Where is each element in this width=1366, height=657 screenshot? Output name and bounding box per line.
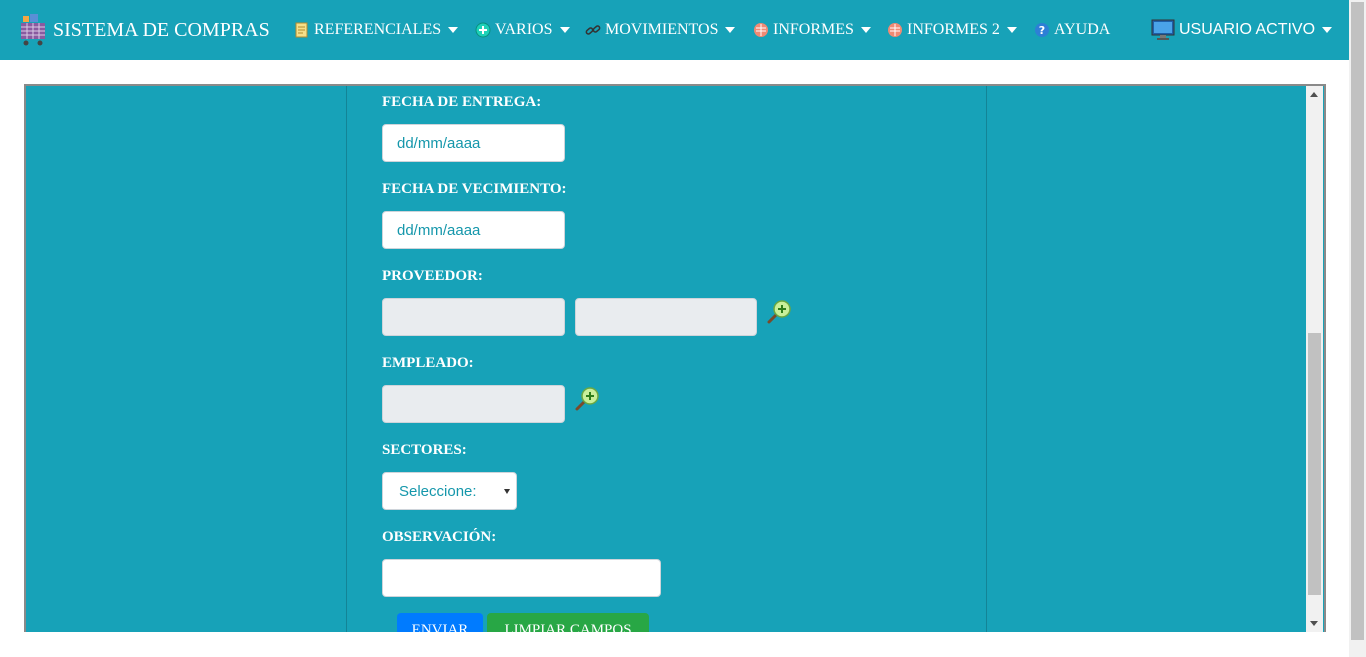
plus-circle-icon bbox=[475, 22, 491, 38]
nav-informes[interactable]: INFORMES bbox=[753, 18, 871, 42]
observacion-label: OBSERVACIÓN: bbox=[382, 529, 497, 545]
svg-text:?: ? bbox=[1039, 24, 1045, 37]
nav-informes-2-label: INFORMES 2 bbox=[907, 21, 1000, 38]
nav-movimientos-label: MOVIMIENTOS bbox=[605, 21, 719, 38]
nav-informes-label: INFORMES bbox=[773, 21, 854, 38]
observacion-input[interactable] bbox=[382, 559, 661, 597]
help-icon: ? bbox=[1034, 22, 1050, 38]
report-icon bbox=[887, 22, 903, 38]
nav-ayuda[interactable]: ? AYUDA bbox=[1034, 18, 1110, 42]
search-add-icon[interactable] bbox=[574, 386, 600, 412]
proveedor-label: PROVEEDOR: bbox=[382, 268, 483, 284]
nav-ayuda-label: AYUDA bbox=[1054, 21, 1111, 38]
nav-referenciales-label: REFERENCIALES bbox=[314, 21, 442, 38]
fecha-vencimiento-input[interactable]: dd/mm/aaaa bbox=[382, 211, 565, 249]
scroll-down-arrow-icon[interactable] bbox=[1310, 621, 1318, 626]
chevron-down-icon bbox=[504, 489, 510, 494]
chevron-down-icon bbox=[448, 27, 459, 33]
nav-varios[interactable]: VARIOS bbox=[475, 18, 570, 42]
nav-varios-label: VARIOS bbox=[495, 21, 553, 38]
empleado-field[interactable] bbox=[382, 385, 565, 423]
empleado-label: EMPLEADO: bbox=[382, 355, 474, 371]
frame-scrollbar[interactable] bbox=[1306, 86, 1323, 632]
content-frame bbox=[24, 84, 1326, 634]
page-scrollbar[interactable] bbox=[1349, 0, 1366, 657]
brand-title: SISTEMA DE COMPRAS bbox=[53, 18, 270, 41]
sectores-label: SECTORES: bbox=[382, 442, 467, 458]
sectores-selected-value: Seleccione: bbox=[399, 482, 477, 500]
chevron-down-icon bbox=[725, 27, 736, 33]
chevron-down-icon bbox=[559, 27, 570, 33]
proveedor-name-field[interactable] bbox=[575, 298, 757, 336]
monitor-icon bbox=[1151, 19, 1175, 41]
scroll-up-arrow-icon[interactable] bbox=[1310, 92, 1318, 97]
chevron-down-icon bbox=[1006, 27, 1017, 33]
fecha-entrega-label: FECHA DE ENTREGA: bbox=[382, 94, 542, 110]
page-bottom bbox=[0, 632, 1349, 657]
frame-scrollbar-thumb[interactable] bbox=[1308, 333, 1321, 595]
nav-referenciales[interactable]: REFERENCIALES bbox=[294, 18, 459, 42]
shopping-cart-icon bbox=[19, 14, 47, 46]
document-icon bbox=[294, 22, 310, 38]
report-icon bbox=[753, 22, 769, 38]
search-add-icon[interactable] bbox=[766, 299, 792, 325]
nav-informes-2[interactable]: INFORMES 2 bbox=[887, 18, 1017, 42]
chevron-down-icon bbox=[1322, 27, 1333, 33]
link-icon bbox=[585, 22, 601, 38]
proveedor-code-field[interactable] bbox=[382, 298, 565, 336]
user-menu-label: USUARIO ACTIVO bbox=[1179, 21, 1316, 38]
fecha-entrega-input[interactable]: dd/mm/aaaa bbox=[382, 124, 565, 162]
top-navbar: SISTEMA DE COMPRAS REFERENCIALES VARIOS … bbox=[0, 0, 1349, 60]
fecha-vencimiento-label: FECHA DE VECIMIENTO: bbox=[382, 181, 567, 197]
column-divider bbox=[986, 86, 987, 634]
page-scrollbar-thumb[interactable] bbox=[1351, 2, 1364, 640]
chevron-down-icon bbox=[860, 27, 871, 33]
sectores-select[interactable]: Seleccione: bbox=[382, 472, 517, 510]
user-menu[interactable]: USUARIO ACTIVO bbox=[1151, 18, 1333, 42]
column-divider bbox=[346, 86, 347, 634]
nav-movimientos[interactable]: MOVIMIENTOS bbox=[585, 18, 736, 42]
brand-link[interactable]: SISTEMA DE COMPRAS bbox=[19, 14, 270, 46]
